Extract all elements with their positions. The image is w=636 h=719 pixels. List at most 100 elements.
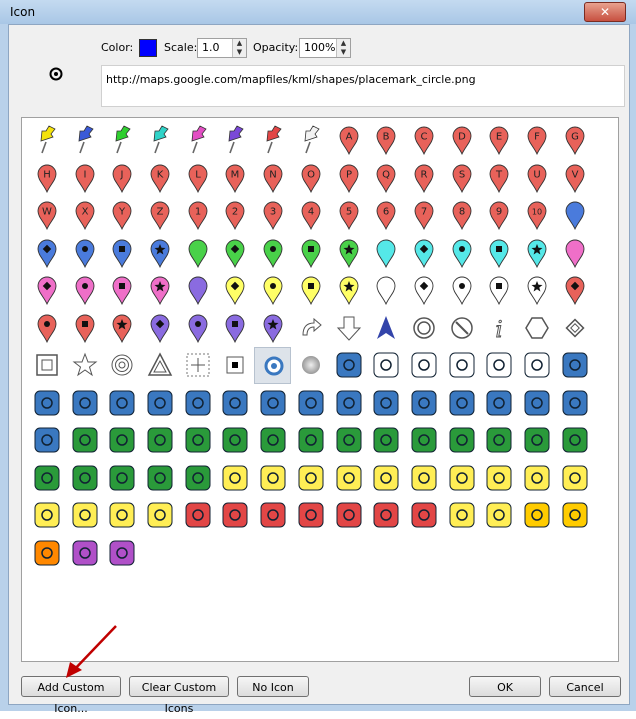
- marker-x-item[interactable]: X: [66, 197, 103, 234]
- poi-item[interactable]: [480, 422, 517, 459]
- marker-f-item[interactable]: F: [518, 122, 555, 159]
- marker-v-item[interactable]: V: [556, 160, 593, 197]
- marker-m-item[interactable]: M: [216, 160, 253, 197]
- placemark-square-item[interactable]: [216, 347, 253, 384]
- cross-hairs-item[interactable]: [179, 347, 216, 384]
- shaded-dot-item[interactable]: [292, 347, 329, 384]
- cycling-item[interactable]: [556, 422, 593, 459]
- marker-c-item[interactable]: C: [405, 122, 442, 159]
- volcano-item[interactable]: [28, 535, 65, 572]
- hospitals-item[interactable]: [216, 497, 253, 534]
- subway-item[interactable]: [330, 385, 367, 422]
- paddle-31-item[interactable]: [66, 310, 103, 347]
- marker-k-item[interactable]: K: [141, 160, 178, 197]
- paddle-13-item[interactable]: [518, 235, 555, 272]
- pushpin-red-item[interactable]: [254, 122, 291, 159]
- homegardenbusiness-item[interactable]: [405, 460, 442, 497]
- marker-b-item[interactable]: B: [367, 122, 404, 159]
- forbidden-item[interactable]: [443, 310, 480, 347]
- euro-item[interactable]: [103, 497, 140, 534]
- paddle-9-item[interactable]: [367, 235, 404, 272]
- picnic-item[interactable]: [330, 422, 367, 459]
- opacity-down-icon[interactable]: ▼: [337, 48, 350, 57]
- parks-item[interactable]: [254, 422, 291, 459]
- paddle-18-item[interactable]: [141, 272, 178, 309]
- paddle-3-item[interactable]: [141, 235, 178, 272]
- paddle-1-item[interactable]: [66, 235, 103, 272]
- partly-sunny-item[interactable]: [556, 497, 593, 534]
- paddle-8-item[interactable]: [330, 235, 367, 272]
- marker-u-item[interactable]: U: [518, 160, 555, 197]
- cancel-button[interactable]: Cancel: [549, 676, 621, 697]
- ok-button[interactable]: OK: [469, 676, 541, 697]
- clear-custom-icons-button[interactable]: Clear Custom Icons: [129, 676, 229, 715]
- yen-item[interactable]: [141, 497, 178, 534]
- paddle-14-item[interactable]: [556, 235, 593, 272]
- caution-item[interactable]: [330, 497, 367, 534]
- pushpin-white-item[interactable]: [292, 122, 329, 159]
- paddle-21-item[interactable]: [254, 272, 291, 309]
- toilets-item[interactable]: [443, 422, 480, 459]
- opacity-spinner[interactable]: 100% ▲ ▼: [299, 38, 351, 58]
- paddle-10-item[interactable]: [405, 235, 442, 272]
- firedept-item[interactable]: [179, 497, 216, 534]
- motorcycling-item[interactable]: [28, 460, 65, 497]
- marker-6-item[interactable]: 6: [367, 197, 404, 234]
- opacity-up-icon[interactable]: ▲: [337, 39, 350, 48]
- tram-item[interactable]: [367, 385, 404, 422]
- movies-item[interactable]: [254, 460, 291, 497]
- dining-item[interactable]: [330, 347, 367, 384]
- truck-item[interactable]: [141, 385, 178, 422]
- paddle-29-item[interactable]: [556, 272, 593, 309]
- ranger-station-item[interactable]: [405, 422, 442, 459]
- mechanic-item[interactable]: [480, 460, 517, 497]
- swimming-item[interactable]: [179, 422, 216, 459]
- convenience-item[interactable]: [330, 460, 367, 497]
- marina-item[interactable]: [66, 422, 103, 459]
- paddle-33-item[interactable]: [141, 310, 178, 347]
- woman-item[interactable]: [518, 347, 555, 384]
- paddle-25-item[interactable]: [405, 272, 442, 309]
- paddle-32-item[interactable]: [103, 310, 140, 347]
- paddle-7-item[interactable]: [292, 235, 329, 272]
- scale-down-icon[interactable]: ▼: [233, 48, 246, 57]
- marker-1-item[interactable]: 1: [179, 197, 216, 234]
- paddle-19-item[interactable]: [179, 272, 216, 309]
- airports-item[interactable]: [216, 385, 253, 422]
- icon-url-field[interactable]: http://maps.google.com/mapfiles/kml/shap…: [101, 65, 625, 107]
- electronics-item[interactable]: [443, 460, 480, 497]
- open-diamond-item[interactable]: [556, 310, 593, 347]
- man-item[interactable]: [480, 347, 517, 384]
- wheel-chair-item[interactable]: [556, 347, 593, 384]
- arrow-reverse-item[interactable]: [292, 310, 329, 347]
- paddle-6-item[interactable]: [254, 235, 291, 272]
- grocery-item[interactable]: [292, 460, 329, 497]
- paddle-15-item[interactable]: [28, 272, 65, 309]
- paddle-30-item[interactable]: [28, 310, 65, 347]
- marker-h-item[interactable]: H: [28, 160, 65, 197]
- post-office-item[interactable]: [443, 497, 480, 534]
- falling-rocks-item[interactable]: [405, 497, 442, 534]
- pushpin-purple-item[interactable]: [216, 122, 253, 159]
- paddle-4-item[interactable]: [179, 235, 216, 272]
- marker-d-item[interactable]: D: [443, 122, 480, 159]
- shopping-item[interactable]: [216, 460, 253, 497]
- bars-item[interactable]: [405, 347, 442, 384]
- flag-item[interactable]: [480, 385, 517, 422]
- hiker-item[interactable]: [518, 422, 555, 459]
- paddle-27-item[interactable]: [480, 272, 517, 309]
- scale-up-icon[interactable]: ▲: [233, 39, 246, 48]
- pushpin-yellow-item[interactable]: [28, 122, 65, 159]
- paddle-35-item[interactable]: [216, 310, 253, 347]
- webcam-item[interactable]: [103, 535, 140, 572]
- heliport-item[interactable]: [292, 385, 329, 422]
- marker-8-item[interactable]: 8: [443, 197, 480, 234]
- ferry-item[interactable]: [254, 385, 291, 422]
- star-item[interactable]: [66, 347, 103, 384]
- gas-stations-item[interactable]: [518, 460, 555, 497]
- close-button[interactable]: ✕: [584, 2, 626, 22]
- paddle-12-item[interactable]: [480, 235, 517, 272]
- marker-5-item[interactable]: 5: [330, 197, 367, 234]
- pushpin-green-item[interactable]: [103, 122, 140, 159]
- sailing-item[interactable]: [141, 422, 178, 459]
